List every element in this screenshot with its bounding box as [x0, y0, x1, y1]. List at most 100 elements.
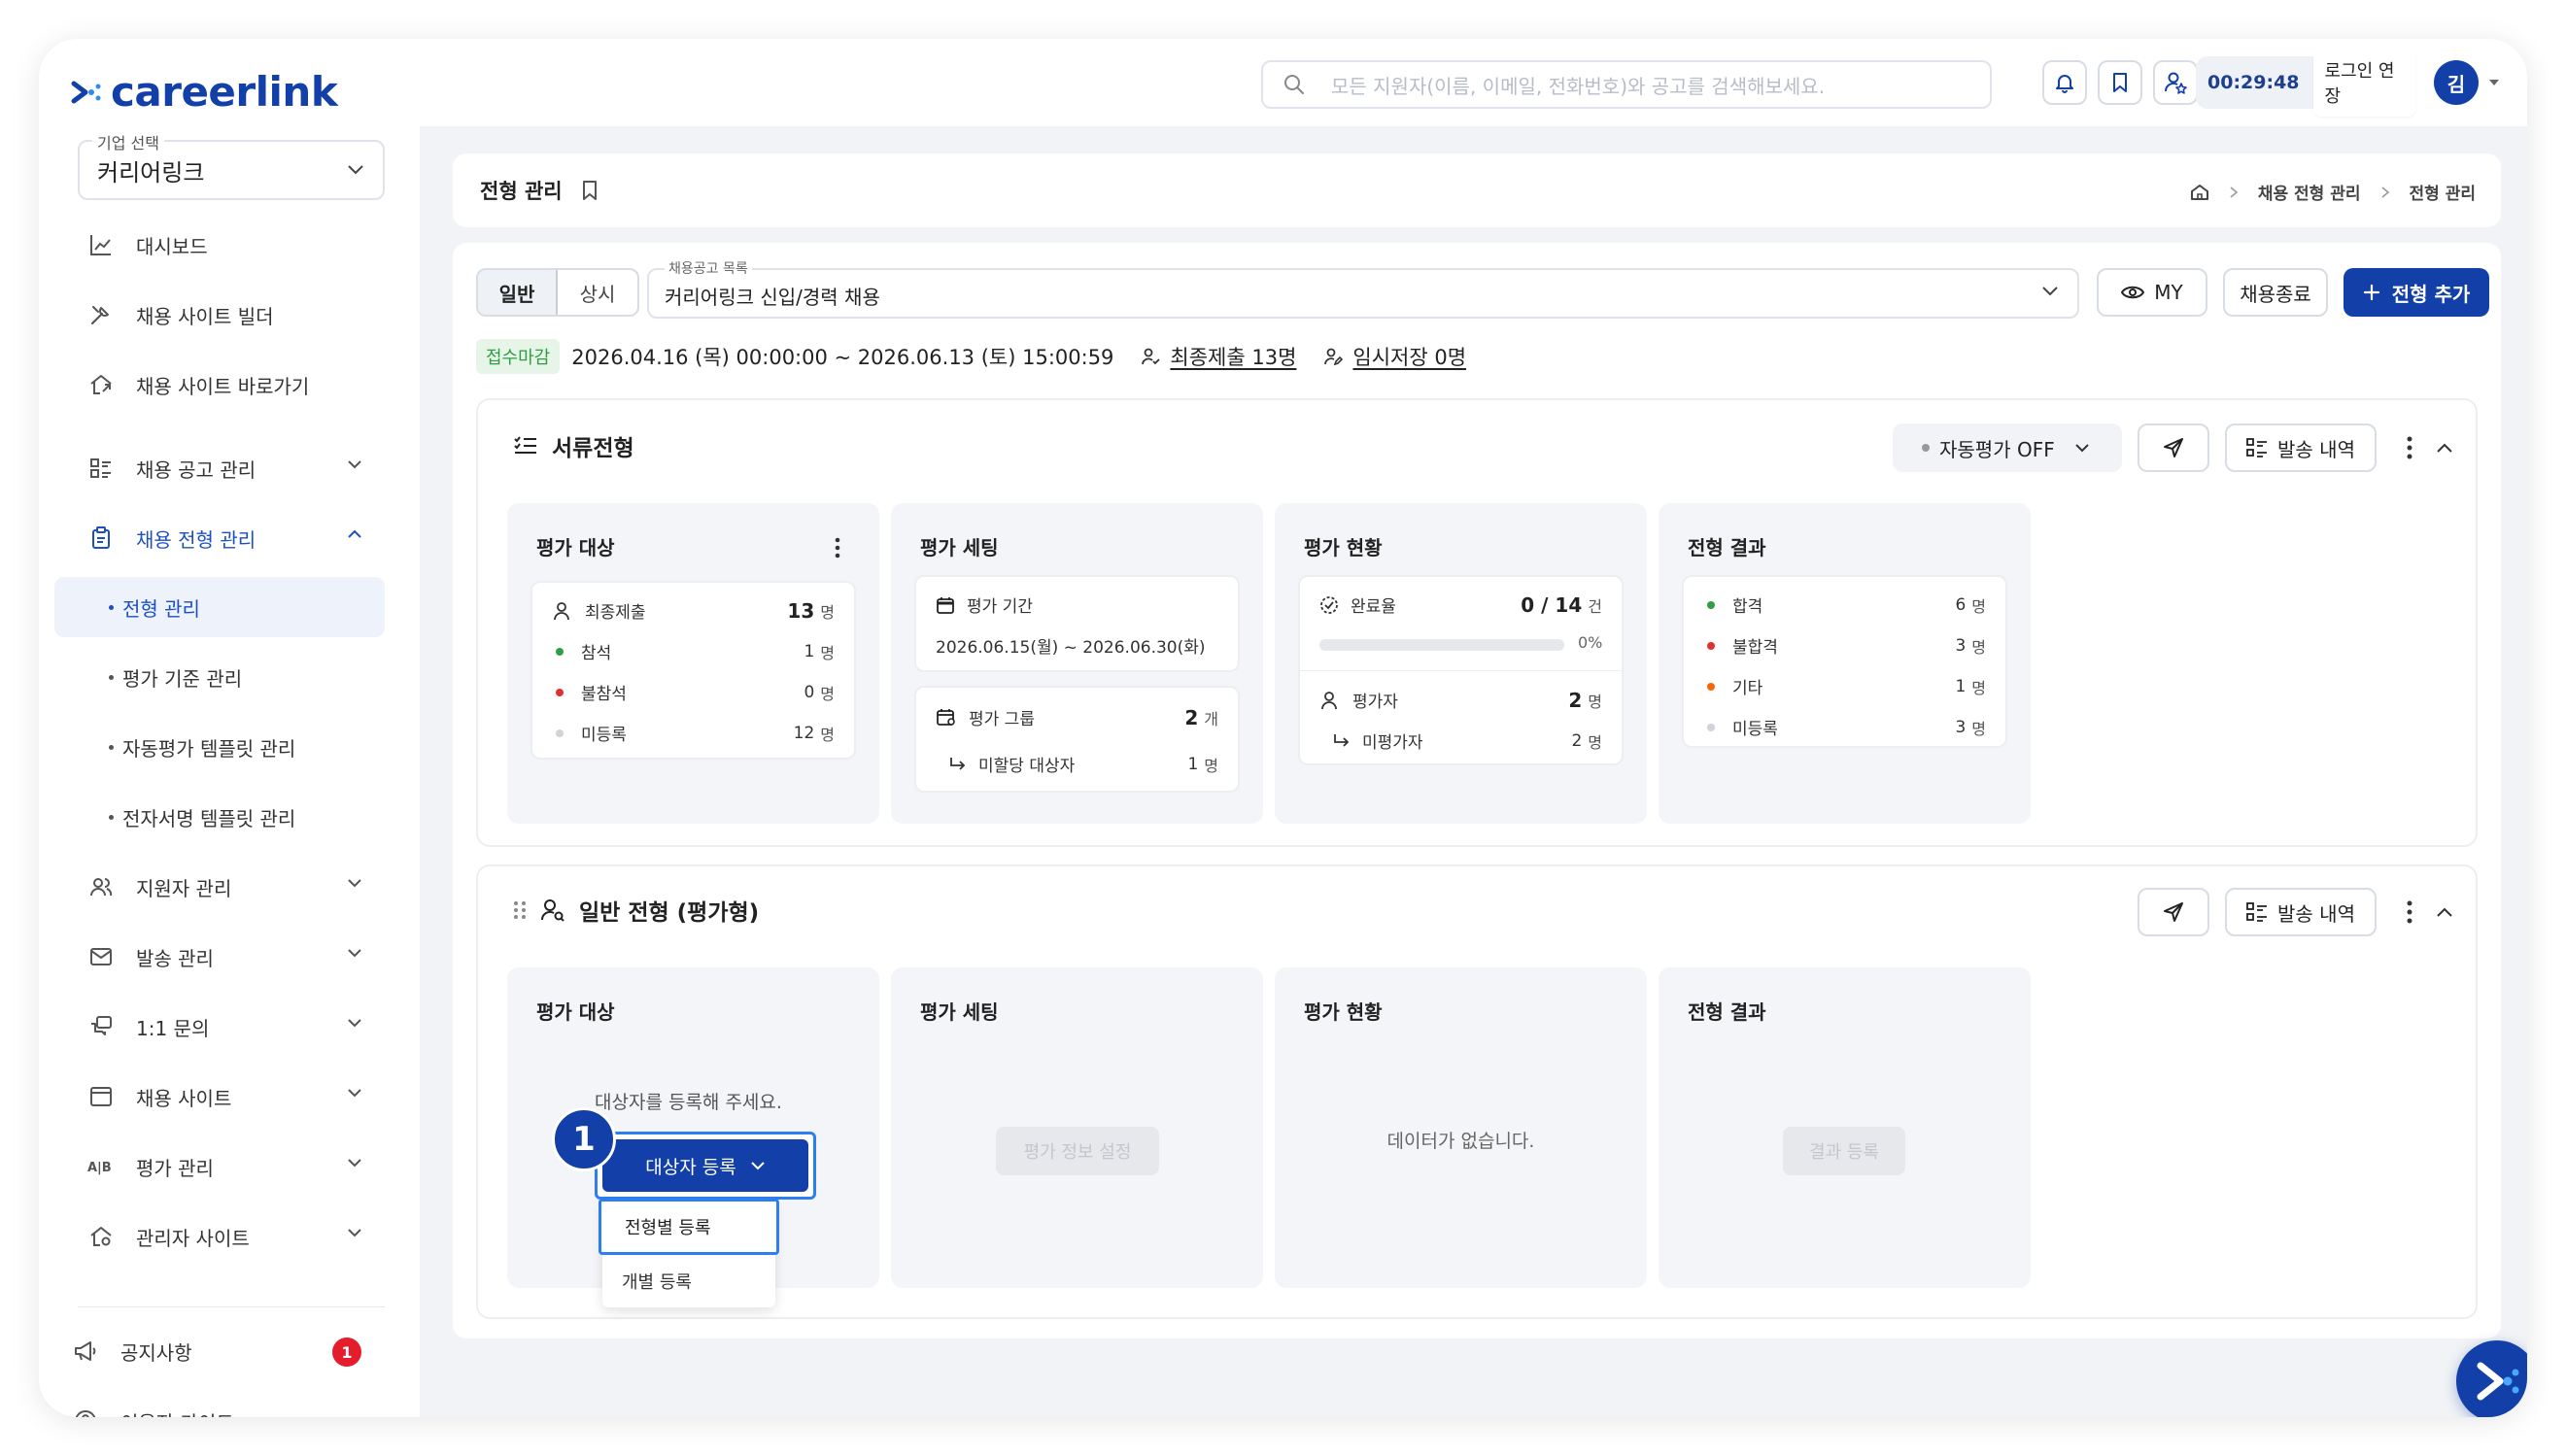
more-vertical-icon[interactable] — [834, 536, 841, 559]
register-target-button[interactable]: 대상자 등록 — [602, 1139, 808, 1192]
sidebar: 기업 선택 커리어링크 대시보드 채용 사이트 빌더 채용 사이트 바로가기 채… — [39, 126, 420, 1417]
eval-target-card: 평가 대상 최종제출 13 명 참석 1 명 불참석 0 명 미등록 12 명 — [507, 503, 879, 824]
logo[interactable]: careerlink — [70, 68, 338, 116]
sidebar-item-label: 채용 사이트 바로가기 — [136, 374, 310, 398]
chevron-up-icon[interactable] — [2435, 905, 2454, 919]
final-submit-link[interactable]: 최종제출 13명 — [1170, 342, 1296, 371]
my-filter-button[interactable]: MY — [2097, 268, 2207, 317]
sidebar-item-send[interactable]: 발송 관리 — [78, 930, 385, 984]
result-pass-label: 합격 — [1732, 597, 1763, 617]
unit: 명 — [820, 725, 835, 744]
stage-result-card: 전형 결과 결과 등록 — [1659, 967, 2031, 1288]
sidebar-item-evaluation[interactable]: A|B 평가 관리 — [78, 1139, 385, 1194]
menu-item-by-stage[interactable]: 전형별 등록 — [599, 1199, 779, 1255]
eval-group-row: 평가 그룹 2 개 — [936, 705, 1218, 729]
send-history-button[interactable]: 발송 내역 — [2225, 888, 2377, 936]
sidebar-subitem-stage-manage[interactable]: 전형 관리 — [54, 577, 385, 637]
empty-status-message: 데이터가 없습니다. — [1386, 1131, 1535, 1152]
clipboard-icon — [87, 525, 115, 552]
bookmark-icon[interactable] — [580, 179, 599, 202]
eval-status-box: 완료율 0 / 14 건 0% 평가자 2 명 미평가자 2 명 — [1298, 575, 1624, 765]
result-unreg-value[interactable]: 3 — [1955, 718, 1966, 737]
sidebar-subitem-label: 전자서명 템플릿 관리 — [122, 806, 296, 830]
user-settings-button[interactable] — [2153, 60, 2198, 105]
sidebar-subitem-esign-template[interactable]: 전자서명 템플릿 관리 — [54, 787, 385, 847]
sidebar-item-recruit-site[interactable]: 채용 사이트 — [78, 1069, 385, 1124]
auto-eval-toggle[interactable]: 자동평가 OFF — [1893, 423, 2122, 472]
evaluator-value[interactable]: 2 — [1568, 689, 1582, 712]
caret-down-icon[interactable] — [2487, 78, 2501, 87]
menu-item-individual[interactable]: 개별 등록 — [602, 1257, 775, 1305]
sidebar-item-inquiry[interactable]: 1:1 문의 — [78, 999, 385, 1054]
stage-title-text: 서류전형 — [552, 436, 634, 461]
send-history-button[interactable]: 발송 내역 — [2225, 423, 2377, 472]
send-button[interactable] — [2138, 423, 2209, 472]
chevron-right-icon — [2381, 186, 2389, 198]
tab-always[interactable]: 상시 — [558, 270, 637, 315]
eval-group-box[interactable]: 평가 그룹 2 개 미할당 대상자 1 명 — [914, 686, 1240, 793]
mail-icon — [87, 943, 115, 970]
result-fail-label: 불합격 — [1732, 638, 1778, 658]
eval-info-setup-button[interactable]: 평가 정보 설정 — [996, 1127, 1159, 1175]
eval-setting-card: 평가 세팅 평가 정보 설정 — [891, 967, 1263, 1288]
stage-result-list: 합격 6 명 불합격 3 명 기타 1 명 미등록 3 명 — [1682, 575, 2007, 748]
sidebar-item-guide[interactable]: 이용자 가이드 — [62, 1394, 385, 1417]
home-icon[interactable] — [2190, 183, 2209, 202]
users-icon — [87, 873, 115, 900]
completion-percent: 0% — [1578, 633, 1603, 652]
add-stage-button[interactable]: 전형 추가 — [2344, 268, 2489, 317]
eval-period-box[interactable]: 평가 기간 2026.06.15(월) ~ 2026.06.30(화) — [914, 575, 1240, 672]
sidebar-subitem-auto-template[interactable]: 자동평가 템플릿 관리 — [54, 717, 385, 777]
unassigned-value[interactable]: 1 — [1187, 755, 1198, 774]
status-dot — [1707, 682, 1715, 691]
extend-login-button[interactable]: 로그인 연장 — [2312, 49, 2415, 117]
bookmark-button[interactable] — [2098, 60, 2142, 105]
avatar[interactable]: 김 — [2434, 60, 2479, 105]
drag-handle-icon[interactable] — [513, 899, 527, 921]
send-button[interactable] — [2138, 888, 2209, 936]
chatbot-fab[interactable] — [2456, 1340, 2527, 1417]
more-vertical-icon[interactable] — [2406, 435, 2413, 460]
more-vertical-icon[interactable] — [2406, 899, 2413, 925]
sidebar-item-stages[interactable]: 채용 전형 관리 — [78, 511, 385, 565]
result-register-button[interactable]: 결과 등록 — [1783, 1127, 1905, 1175]
temp-save-link[interactable]: 임시저장 0명 — [1352, 342, 1466, 371]
sidebar-item-postings[interactable]: 채용 공고 관리 — [78, 441, 385, 495]
timer-text: 00:29:48 — [2207, 72, 2300, 93]
posting-select[interactable]: 채용공고 목록 커리어링크 신입/경력 채용 — [647, 258, 2079, 319]
sidebar-subitem-label: 평가 기준 관리 — [122, 666, 243, 691]
user-edit-icon — [1324, 348, 1344, 366]
target-present-value[interactable]: 1 — [804, 642, 814, 661]
result-pass-value[interactable]: 6 — [1955, 595, 1966, 615]
eval-group-value[interactable]: 2 — [1184, 706, 1198, 729]
sidebar-item-site-shortcut[interactable]: 채용 사이트 바로가기 — [78, 357, 385, 412]
auto-eval-status-dot — [1922, 444, 1930, 452]
sidebar-subitem-criteria[interactable]: 평가 기준 관리 — [54, 647, 385, 707]
result-fail-value[interactable]: 3 — [1955, 636, 1966, 656]
breadcrumb-item[interactable]: 전형 관리 — [2410, 180, 2476, 204]
sidebar-item-notice[interactable]: 공지사항 1 — [62, 1324, 385, 1378]
bell-icon — [2056, 75, 2073, 93]
unevaluated-value[interactable]: 2 — [1571, 731, 1582, 751]
sidebar-item-admin[interactable]: 관리자 사이트 — [78, 1209, 385, 1264]
target-absent-value[interactable]: 0 — [804, 683, 814, 702]
target-final-value[interactable]: 13 — [787, 599, 814, 623]
sidebar-item-applicants[interactable]: 지원자 관리 — [78, 860, 385, 914]
status-dot — [556, 728, 564, 737]
sidebar-item-site-builder[interactable]: 채용 사이트 빌더 — [78, 288, 385, 342]
sidebar-item-dashboard[interactable]: 대시보드 — [78, 218, 385, 272]
tab-general[interactable]: 일반 — [478, 270, 558, 315]
stage-result-title: 전형 결과 — [1688, 536, 1766, 559]
notification-button[interactable] — [2042, 60, 2087, 105]
posting-type-toggle: 일반 상시 — [476, 268, 639, 317]
logo-mark-icon — [71, 81, 101, 103]
status-badge: 접수마감 — [476, 339, 561, 374]
completion-label: 완료율 — [1351, 597, 1396, 617]
result-other-value[interactable]: 1 — [1955, 677, 1966, 696]
close-posting-button[interactable]: 채용종료 — [2223, 268, 2328, 317]
chevron-up-icon[interactable] — [2435, 441, 2454, 455]
breadcrumb-item[interactable]: 채용 전형 관리 — [2258, 180, 2361, 204]
target-unreg-value[interactable]: 12 — [794, 724, 815, 743]
global-search[interactable]: 모든 지원자(이름, 이메일, 전화번호)와 공고를 검색해보세요. — [1261, 60, 1992, 109]
list-icon — [2246, 438, 2268, 457]
